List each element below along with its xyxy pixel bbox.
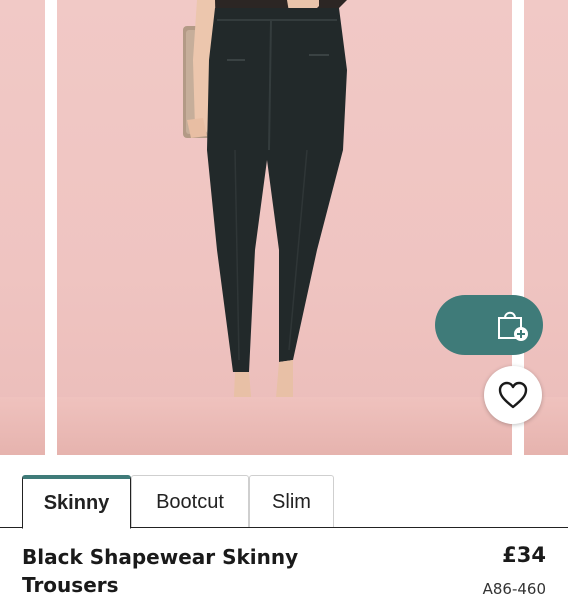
shopping-bag-plus-icon [498, 311, 528, 341]
heart-outline-icon [498, 381, 528, 409]
product-title: Black Shapewear Skinny Trousers [22, 545, 299, 597]
model-photo-illustration [183, 0, 347, 446]
product-image-carousel[interactable] [0, 0, 568, 455]
product-code: A86-460 [482, 580, 546, 598]
wishlist-button[interactable] [484, 366, 542, 424]
tab-slim[interactable]: Slim [249, 475, 334, 528]
product-image[interactable] [57, 0, 512, 455]
tab-skinny[interactable]: Skinny [22, 475, 131, 529]
product-price: £34 [502, 543, 546, 567]
tab-bootcut[interactable]: Bootcut [131, 475, 249, 528]
add-to-bag-button[interactable] [435, 295, 543, 355]
previous-image-peek[interactable] [0, 0, 45, 455]
